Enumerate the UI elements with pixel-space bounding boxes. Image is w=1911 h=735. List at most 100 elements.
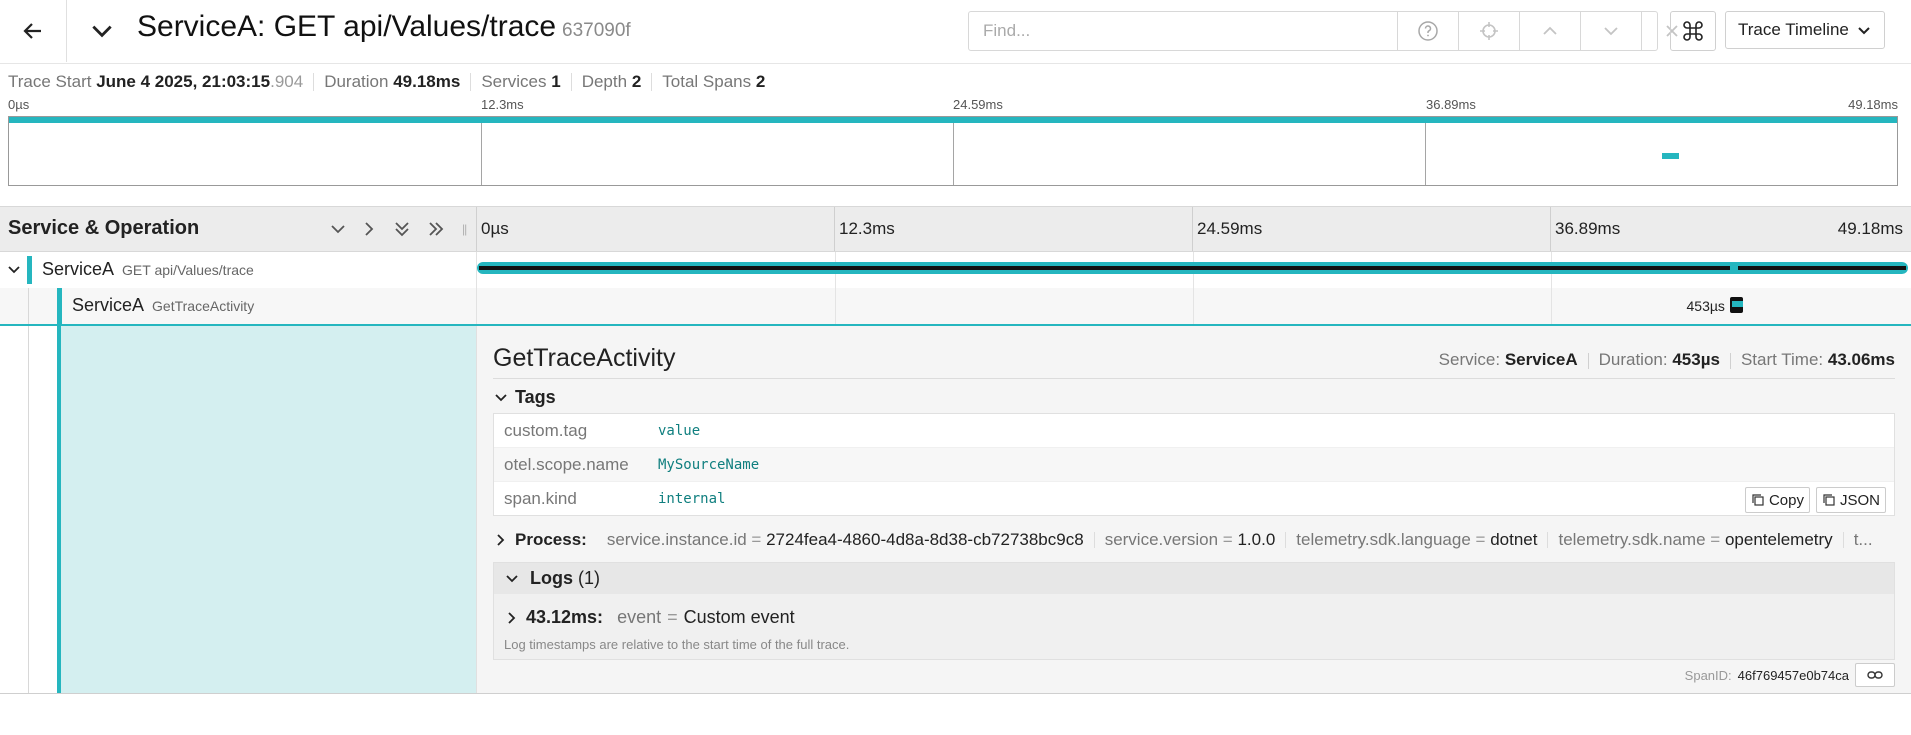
- start-time-value: 43.06ms: [1827, 350, 1895, 369]
- trace-header: ServiceA: GET api/Values/trace 637090f T…: [0, 0, 1911, 64]
- tags-toggle[interactable]: Tags: [493, 387, 556, 408]
- process-key: service.version: [1104, 530, 1219, 549]
- logs-section: Logs (1) 43.12ms: event = Custom event Log…: [493, 562, 1895, 660]
- logs-label: Logs: [530, 568, 573, 588]
- view-select[interactable]: Trace Timeline: [1725, 11, 1885, 49]
- double-chevron-down-icon: [395, 222, 409, 237]
- span-row-timeline[interactable]: 453µs: [476, 288, 1911, 324]
- tree-indent-line: [28, 288, 29, 324]
- tag-row[interactable]: otel.scope.name MySourceName: [494, 448, 1894, 482]
- chevron-down-icon: [331, 225, 345, 234]
- view-select-label: Trace Timeline: [1738, 20, 1849, 39]
- json-button[interactable]: JSON: [1815, 487, 1886, 513]
- keyboard-shortcuts-button[interactable]: [1670, 11, 1716, 51]
- process-item: telemetry.sdk.language = dotnet: [1286, 530, 1549, 549]
- log-entry[interactable]: 43.12ms: event = Custom event: [504, 607, 795, 628]
- collapse-all-button[interactable]: [389, 217, 415, 241]
- timeline-gridline: [1192, 207, 1193, 251]
- link-icon: [1867, 671, 1883, 679]
- process-section[interactable]: Process: service.instance.id = 2724fea4-…: [493, 528, 1895, 552]
- copy-link-button[interactable]: [1855, 663, 1895, 687]
- locate-button[interactable]: [1459, 12, 1520, 50]
- timeline-tick: 12.3ms: [839, 219, 895, 238]
- timeline-tick: 24.59ms: [1197, 219, 1263, 238]
- span-row[interactable]: ServiceA GET api/Values/trace: [0, 252, 1911, 289]
- chevron-right-icon: [508, 611, 516, 624]
- expand-all-button[interactable]: [423, 217, 449, 241]
- timeline-gridline: [1193, 288, 1194, 324]
- span-operation: GetTraceActivity: [152, 298, 255, 314]
- tag-key: otel.scope.name: [504, 454, 629, 474]
- service-value: ServiceA: [1504, 350, 1578, 369]
- copy-label: Copy: [1768, 491, 1804, 509]
- span-id-label: SpanID:: [1684, 667, 1732, 683]
- duration-value: 453µs: [1672, 350, 1720, 369]
- depth-label: Depth: [581, 72, 628, 91]
- minimap-tick: 24.59ms: [953, 97, 1003, 112]
- log-value: Custom event: [683, 607, 795, 627]
- process-value: dotnet: [1490, 530, 1538, 549]
- trace-start-label: Trace Start: [8, 72, 92, 91]
- tags-label: Tags: [515, 387, 556, 407]
- back-button[interactable]: [0, 0, 67, 62]
- span-bar[interactable]: [1729, 297, 1744, 313]
- chevron-right-icon: [365, 222, 374, 236]
- chevron-up-icon: [1543, 26, 1557, 35]
- logs-toggle[interactable]: Logs (1): [494, 563, 1894, 594]
- column-resizer-handle[interactable]: ||: [462, 222, 467, 236]
- service-label: Service:: [1438, 350, 1501, 369]
- services-label: Services: [481, 72, 547, 91]
- command-icon: [1683, 21, 1703, 41]
- tree-indent-line: [28, 326, 29, 693]
- timeline-gridline: [834, 207, 835, 251]
- copy-button[interactable]: Copy: [1744, 487, 1810, 513]
- span-duration-label: 453µs: [1686, 298, 1725, 314]
- trace-minimap[interactable]: 0µs 12.3ms 24.59ms 36.89ms 49.18ms: [0, 96, 1911, 194]
- trace-start-ms: .904: [270, 72, 304, 91]
- process-label: Process:: [515, 530, 587, 549]
- log-time: 43.12ms:: [526, 607, 604, 627]
- minimap-canvas[interactable]: [8, 116, 1898, 186]
- chevron-down-icon: [495, 393, 507, 401]
- tag-actions: Copy JSON: [1744, 487, 1886, 513]
- timeline-tick: 49.18ms: [1837, 219, 1903, 238]
- json-label: JSON: [1839, 491, 1880, 509]
- collapse-one-button[interactable]: [325, 217, 351, 241]
- timeline-header: Service & Operation || 0µs 12.3ms 24.59m…: [0, 206, 1911, 252]
- prev-match-button[interactable]: [1520, 12, 1581, 50]
- span-row-timeline[interactable]: [476, 252, 1911, 288]
- service-operation-title: Service & Operation: [8, 217, 200, 239]
- summary-depth: Depth 2: [572, 73, 653, 91]
- chevron-right-icon: [497, 534, 505, 546]
- tag-row[interactable]: custom.tag value: [494, 414, 1894, 448]
- span-name: ServiceA GET api/Values/trace: [42, 259, 254, 280]
- find-input[interactable]: [969, 12, 1398, 50]
- span-bar[interactable]: [477, 262, 1908, 274]
- next-match-button[interactable]: [1581, 12, 1642, 50]
- total-spans-value: 2: [755, 72, 766, 91]
- detail-row-gutter: [0, 326, 476, 693]
- chevron-down-icon: [1604, 27, 1618, 36]
- total-spans-label: Total Spans: [662, 72, 752, 91]
- find-box: [968, 11, 1678, 51]
- span-row[interactable]: ServiceA GetTraceActivity 453µs: [0, 288, 1911, 324]
- process-item: service.instance.id = 2724fea4-4860-4d8a…: [597, 531, 1095, 548]
- summary-duration: Duration 49.18ms: [314, 72, 472, 91]
- trace-id: 637090f: [562, 20, 631, 41]
- tag-row[interactable]: span.kind internal Copy JSON: [494, 482, 1894, 515]
- chevron-down-icon: [92, 25, 112, 38]
- expand-one-button[interactable]: [356, 217, 382, 241]
- divider: [0, 693, 1911, 694]
- service-color-bar: [27, 256, 32, 284]
- span-row-label[interactable]: ServiceA GET api/Values/trace: [0, 252, 476, 288]
- duration-label: Duration: [324, 72, 389, 91]
- timeline-gridline: [1551, 288, 1552, 324]
- span-id-row: SpanID: 46f769457e0b74ca: [1685, 663, 1895, 687]
- collapse-header-button[interactable]: [85, 14, 119, 48]
- divider: [493, 378, 1895, 379]
- minimap-gridline: [953, 123, 954, 185]
- find-help-button[interactable]: [1398, 12, 1459, 50]
- expand-toggle[interactable]: [6, 262, 22, 283]
- divider: [1587, 352, 1589, 369]
- span-row-label[interactable]: ServiceA GetTraceActivity: [0, 288, 476, 324]
